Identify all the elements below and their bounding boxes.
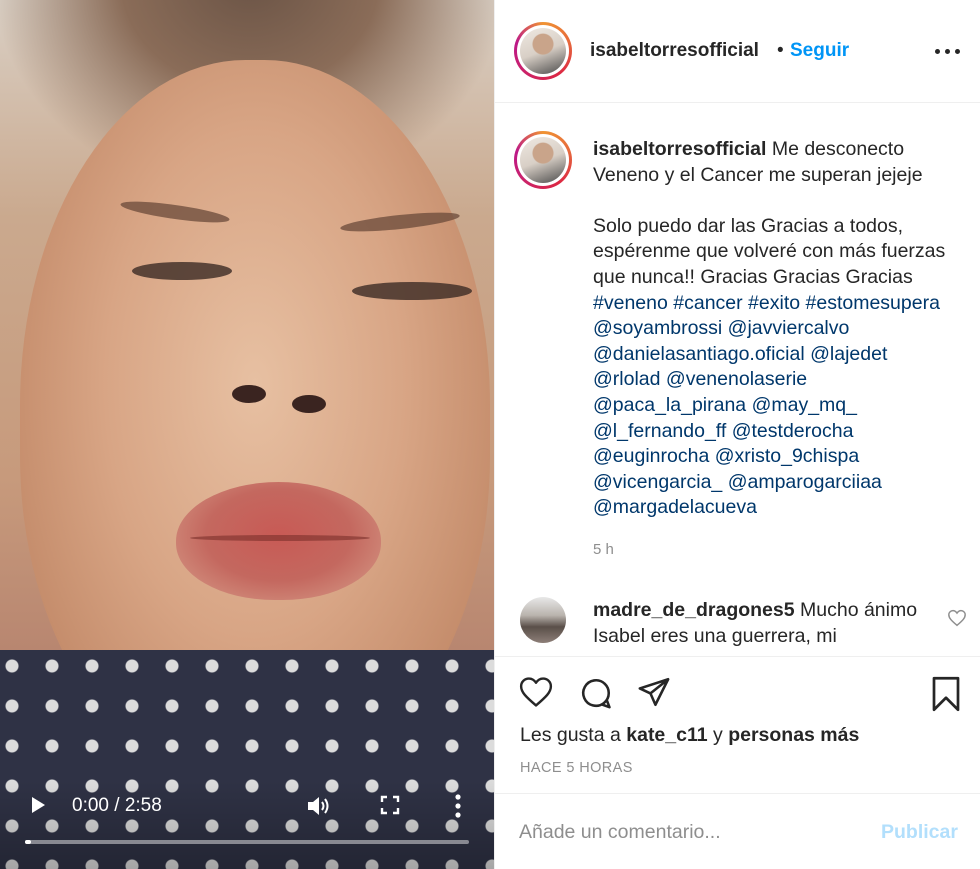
mention-link[interactable]: @venenolaserie: [666, 368, 807, 390]
add-comment-bar: Publicar: [495, 795, 980, 869]
mention-link[interactable]: @testderocha: [732, 420, 854, 442]
post-age[interactable]: 5 h: [593, 541, 614, 558]
video-frame-eye-left: [132, 262, 232, 280]
comment-text: madre_de_dragones5 Mucho ánimo Isabel er…: [593, 598, 933, 649]
post-header: isabeltorresofficial • Seguir: [495, 0, 980, 103]
post-timestamp[interactable]: HACE 5 HORAS: [520, 760, 633, 776]
mention-link[interactable]: @danielasantiago.oficial: [593, 343, 805, 365]
mention-link[interactable]: @may_mq_: [752, 394, 857, 416]
fullscreen-icon[interactable]: [380, 795, 400, 815]
separator-dot: •: [777, 40, 784, 61]
hashtag-link[interactable]: #exito: [748, 292, 800, 314]
mention-link[interactable]: @vicengarcia_: [593, 471, 722, 493]
mention-link[interactable]: @javviercalvo: [728, 317, 850, 339]
likes-prefix: Les gusta a: [520, 724, 627, 746]
video-frame-lipline: [190, 535, 370, 541]
mention-link[interactable]: @amparogarciiaa: [728, 471, 882, 493]
hashtag-link[interactable]: #cancer: [673, 292, 742, 314]
more-horizontal-icon[interactable]: [935, 42, 961, 62]
mention-link[interactable]: @l_fernando_ff: [593, 420, 726, 442]
share-icon[interactable]: [637, 676, 671, 708]
publish-button[interactable]: Publicar: [881, 821, 958, 844]
follow-button[interactable]: Seguir: [790, 40, 849, 62]
volume-icon[interactable]: [306, 794, 332, 818]
play-icon[interactable]: [28, 795, 48, 815]
bookmark-icon[interactable]: [931, 676, 961, 712]
comment-heart-icon[interactable]: [947, 609, 967, 627]
mention-link[interactable]: @paca_la_pirana: [593, 394, 746, 416]
likes-middle: y: [707, 724, 729, 746]
mention-link[interactable]: @euginrocha: [593, 445, 709, 467]
post-video[interactable]: [0, 0, 494, 869]
post-caption: isabeltorresofficial Me desconecto Venen…: [593, 137, 973, 521]
heart-icon[interactable]: [519, 676, 553, 708]
video-progress-track[interactable]: [25, 840, 469, 844]
video-frame-nostril-right: [292, 395, 326, 413]
comment-bubble-icon[interactable]: [579, 676, 613, 710]
hashtag-link[interactable]: #estomesupera: [806, 292, 940, 314]
video-progress-fill: [25, 840, 31, 844]
post-actions: Les gusta a kate_c11 y personas más HACE…: [495, 658, 980, 794]
video-controls-bar: [0, 780, 494, 869]
caption-area[interactable]: isabeltorresofficial Me desconecto Venen…: [495, 104, 980, 657]
mention-link[interactable]: @xristo_9chispa: [715, 445, 859, 467]
comment-input[interactable]: [519, 817, 859, 847]
mention-link[interactable]: @rlolad: [593, 368, 661, 390]
caption-avatar[interactable]: [514, 131, 572, 189]
video-frame-nostril-left: [232, 385, 266, 403]
mention-link[interactable]: @lajedet: [810, 343, 887, 365]
commenter-username[interactable]: madre_de_dragones5: [593, 599, 795, 621]
mention-link[interactable]: @margadelacueva: [593, 496, 757, 518]
mention-link[interactable]: @soyambrossi: [593, 317, 722, 339]
video-time-display: 0:00 / 2:58: [72, 795, 162, 816]
commenter-avatar[interactable]: [520, 597, 566, 643]
more-vertical-icon[interactable]: [452, 793, 464, 819]
comment-item: madre_de_dragones5 Mucho ánimo Isabel er…: [495, 594, 980, 656]
author-username[interactable]: isabeltorresofficial: [590, 40, 759, 62]
likes-others-link[interactable]: personas más: [728, 724, 859, 746]
hashtag-link[interactable]: #veneno: [593, 292, 668, 314]
post-side-panel: isabeltorresofficial • Seguir isabeltorr…: [494, 0, 980, 869]
liker-username[interactable]: kate_c11: [626, 724, 707, 746]
caption-text-line2: Solo puedo dar las Gracias a todos, espé…: [593, 214, 946, 288]
video-frame-eye-right: [352, 282, 472, 300]
author-avatar[interactable]: [514, 22, 572, 80]
likes-summary[interactable]: Les gusta a kate_c11 y personas más: [520, 724, 859, 747]
video-frame-lips: [176, 482, 381, 600]
caption-username[interactable]: isabeltorresofficial: [593, 138, 766, 160]
